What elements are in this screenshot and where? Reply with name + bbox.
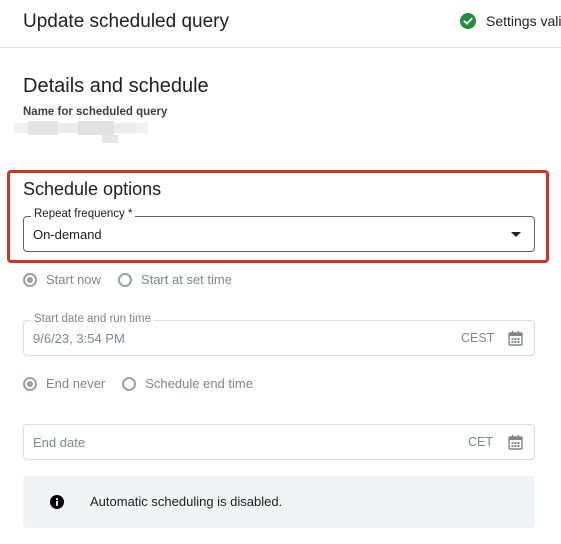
start-options-group: Start now Start at set time [23, 272, 232, 287]
end-date-placeholder: End date [33, 435, 86, 450]
start-date-value: 9/6/23, 3:54 PM [33, 331, 125, 346]
end-never-label[interactable]: End never [46, 376, 105, 391]
info-message: Automatic scheduling is disabled. [90, 494, 283, 509]
end-never-radio[interactable] [23, 376, 37, 391]
schedule-end-time-radio[interactable] [122, 376, 137, 391]
settings-status: Settings valic [460, 13, 561, 29]
schedule-end-time-label[interactable]: Schedule end time [145, 376, 253, 391]
repeat-frequency-select[interactable]: Repeat frequency * On-demand [23, 208, 535, 252]
end-timezone: CET [468, 435, 493, 449]
calendar-icon[interactable] [508, 330, 523, 346]
name-field-value[interactable] [14, 119, 148, 143]
info-banner: Automatic scheduling is disabled. [23, 476, 535, 528]
name-field-label: Name for scheduled query [23, 106, 168, 118]
end-options-group: End never Schedule end time [23, 376, 253, 391]
schedule-options-title: Schedule options [23, 179, 162, 199]
repeat-frequency-label: Repeat frequency * [31, 208, 136, 220]
dialog-header: Update scheduled query Settings valic [0, 0, 561, 48]
start-now-radio[interactable] [23, 272, 37, 287]
start-date-label: Start date and run time [31, 313, 154, 325]
start-timezone: CEST [461, 331, 495, 345]
start-at-set-time-label[interactable]: Start at set time [141, 272, 232, 287]
dropdown-arrow-icon[interactable] [511, 232, 521, 237]
repeat-frequency-value: On-demand [33, 227, 102, 242]
details-section-title: Details and schedule [23, 75, 209, 97]
calendar-icon[interactable] [508, 434, 523, 450]
settings-status-text: Settings valic [486, 13, 561, 29]
page-title: Update scheduled query [23, 11, 229, 32]
start-date-field[interactable]: Start date and run time 9/6/23, 3:54 PM … [23, 313, 535, 356]
end-date-field[interactable]: End date CET [23, 424, 535, 460]
info-icon [50, 495, 64, 509]
start-at-set-time-radio[interactable] [117, 272, 132, 287]
start-now-label[interactable]: Start now [46, 272, 101, 287]
check-circle-icon [460, 13, 476, 29]
